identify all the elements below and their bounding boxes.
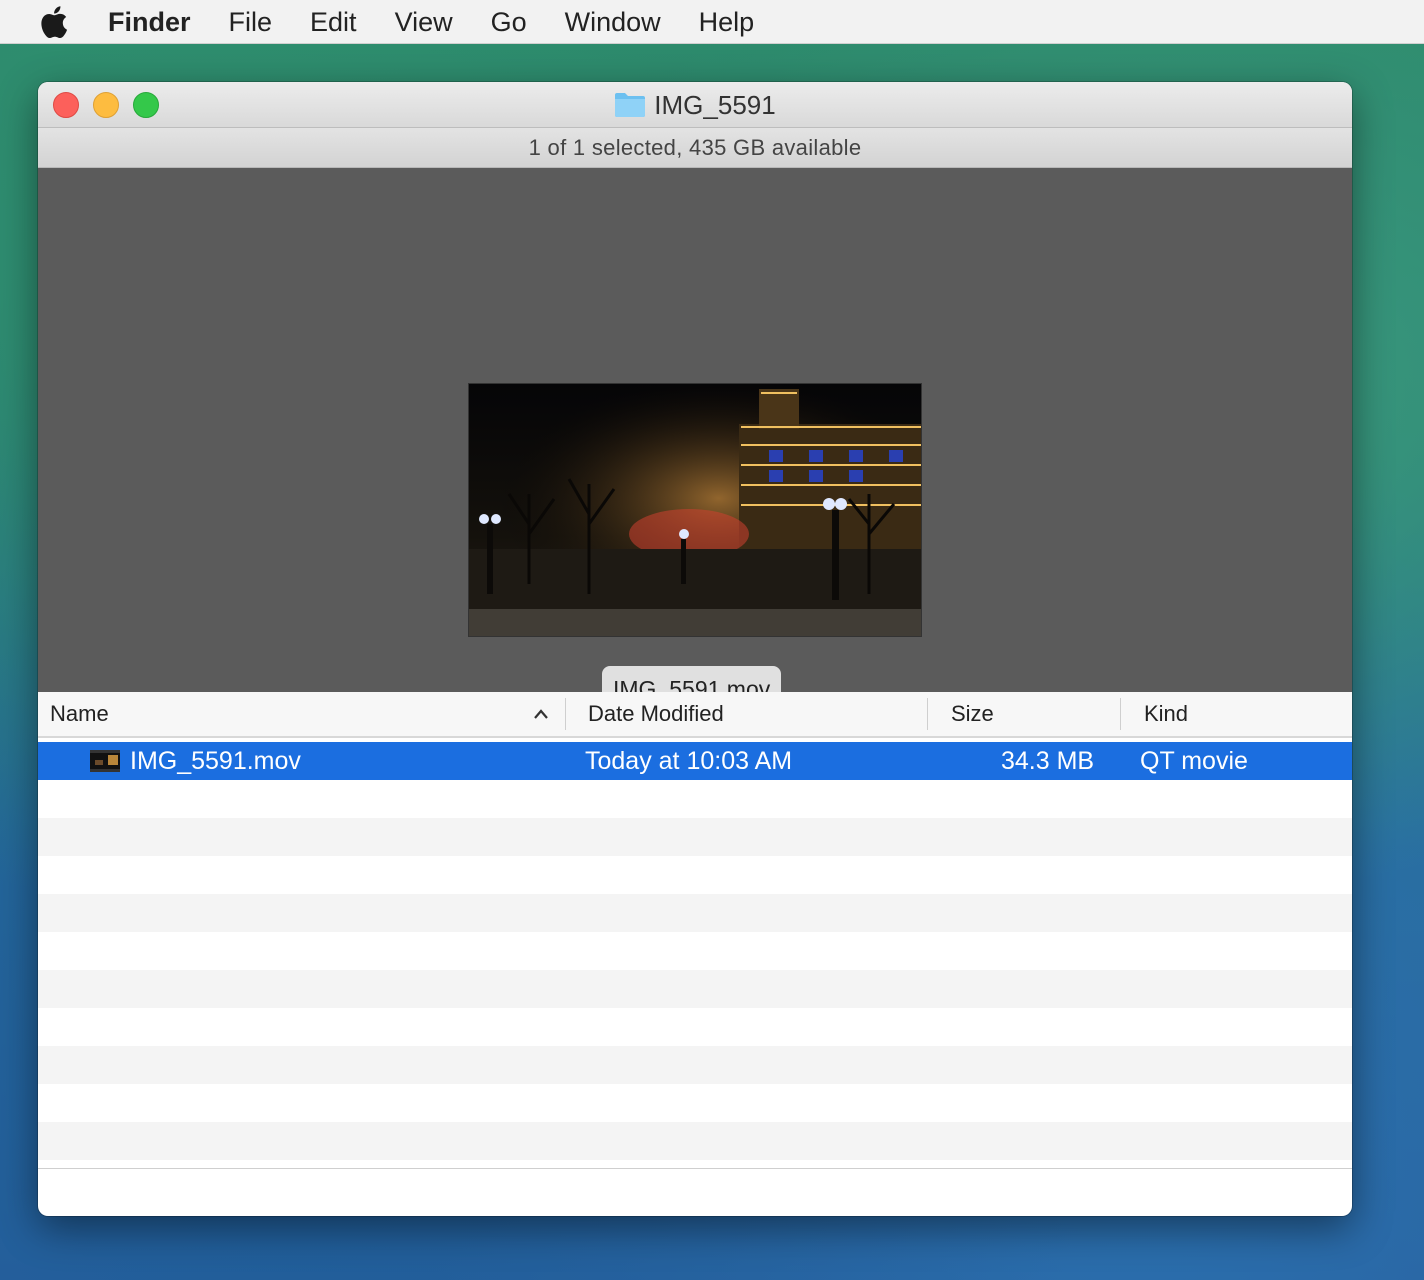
file-date: Today at 10:03 AM [585,746,793,775]
empty-row [38,856,1352,894]
night-city-image [469,384,921,636]
empty-row [38,1084,1352,1122]
empty-row [38,1008,1352,1046]
menu-help[interactable]: Help [699,0,755,44]
folder-icon [615,93,646,117]
column-date-modified[interactable]: Date Modified [588,692,724,736]
window-title-wrap: IMG_5591 [38,82,1352,128]
menu-file[interactable]: File [229,0,273,44]
file-name-cell: IMG_5591.mov [130,742,301,780]
status-text: 1 of 1 selected, 435 GB available [528,134,862,160]
file-size-cell: 34.3 MB [1001,742,1094,780]
empty-row [38,932,1352,970]
finder-window: IMG_5591 1 of 1 selected, 435 GB availab… [38,82,1352,1216]
list-bottom-divider [38,1168,1352,1169]
empty-row [38,894,1352,932]
file-name: IMG_5591.mov [130,746,301,775]
column-separator[interactable] [927,698,928,730]
menu-window[interactable]: Window [565,0,661,44]
file-date-cell: Today at 10:03 AM [585,742,792,780]
apple-logo-icon[interactable] [40,5,68,39]
empty-row [38,970,1352,1008]
file-kind: QT movie [1140,746,1248,775]
column-separator[interactable] [565,698,566,730]
column-name[interactable]: Name [50,692,109,736]
status-bar: 1 of 1 selected, 435 GB available [38,128,1352,168]
empty-row [38,780,1352,818]
menu-view[interactable]: View [395,0,453,44]
empty-row [38,818,1352,856]
menu-finder[interactable]: Finder [108,0,191,44]
video-thumbnail[interactable] [468,383,922,637]
sort-ascending-icon[interactable] [532,706,550,722]
column-separator[interactable] [1120,698,1121,730]
column-date-label: Date Modified [588,701,724,726]
table-row[interactable]: IMG_5591.mov Today at 10:03 AM 34.3 MB Q… [38,742,1352,780]
file-kind-cell: QT movie [1140,742,1248,780]
empty-row [38,1122,1352,1160]
column-kind-label: Kind [1144,701,1189,726]
empty-row [38,1046,1352,1084]
preview-pane: IMG_5591.mov [38,168,1352,712]
menu-go[interactable]: Go [491,0,527,44]
column-size[interactable]: Size [951,692,994,736]
menu-edit[interactable]: Edit [310,0,357,44]
menu-bar: Finder File Edit View Go Window Help [0,0,1424,44]
file-size: 34.3 MB [1001,746,1095,775]
column-kind[interactable]: Kind [1144,692,1188,736]
column-header: Name Date Modified Size Kind [38,692,1352,738]
column-name-label: Name [50,701,109,726]
column-size-label: Size [951,701,994,726]
title-bar[interactable]: IMG_5591 [38,82,1352,128]
window-title: IMG_5591 [654,89,776,120]
file-list: IMG_5591.mov Today at 10:03 AM 34.3 MB Q… [38,742,1352,1162]
movie-file-icon [90,750,120,772]
